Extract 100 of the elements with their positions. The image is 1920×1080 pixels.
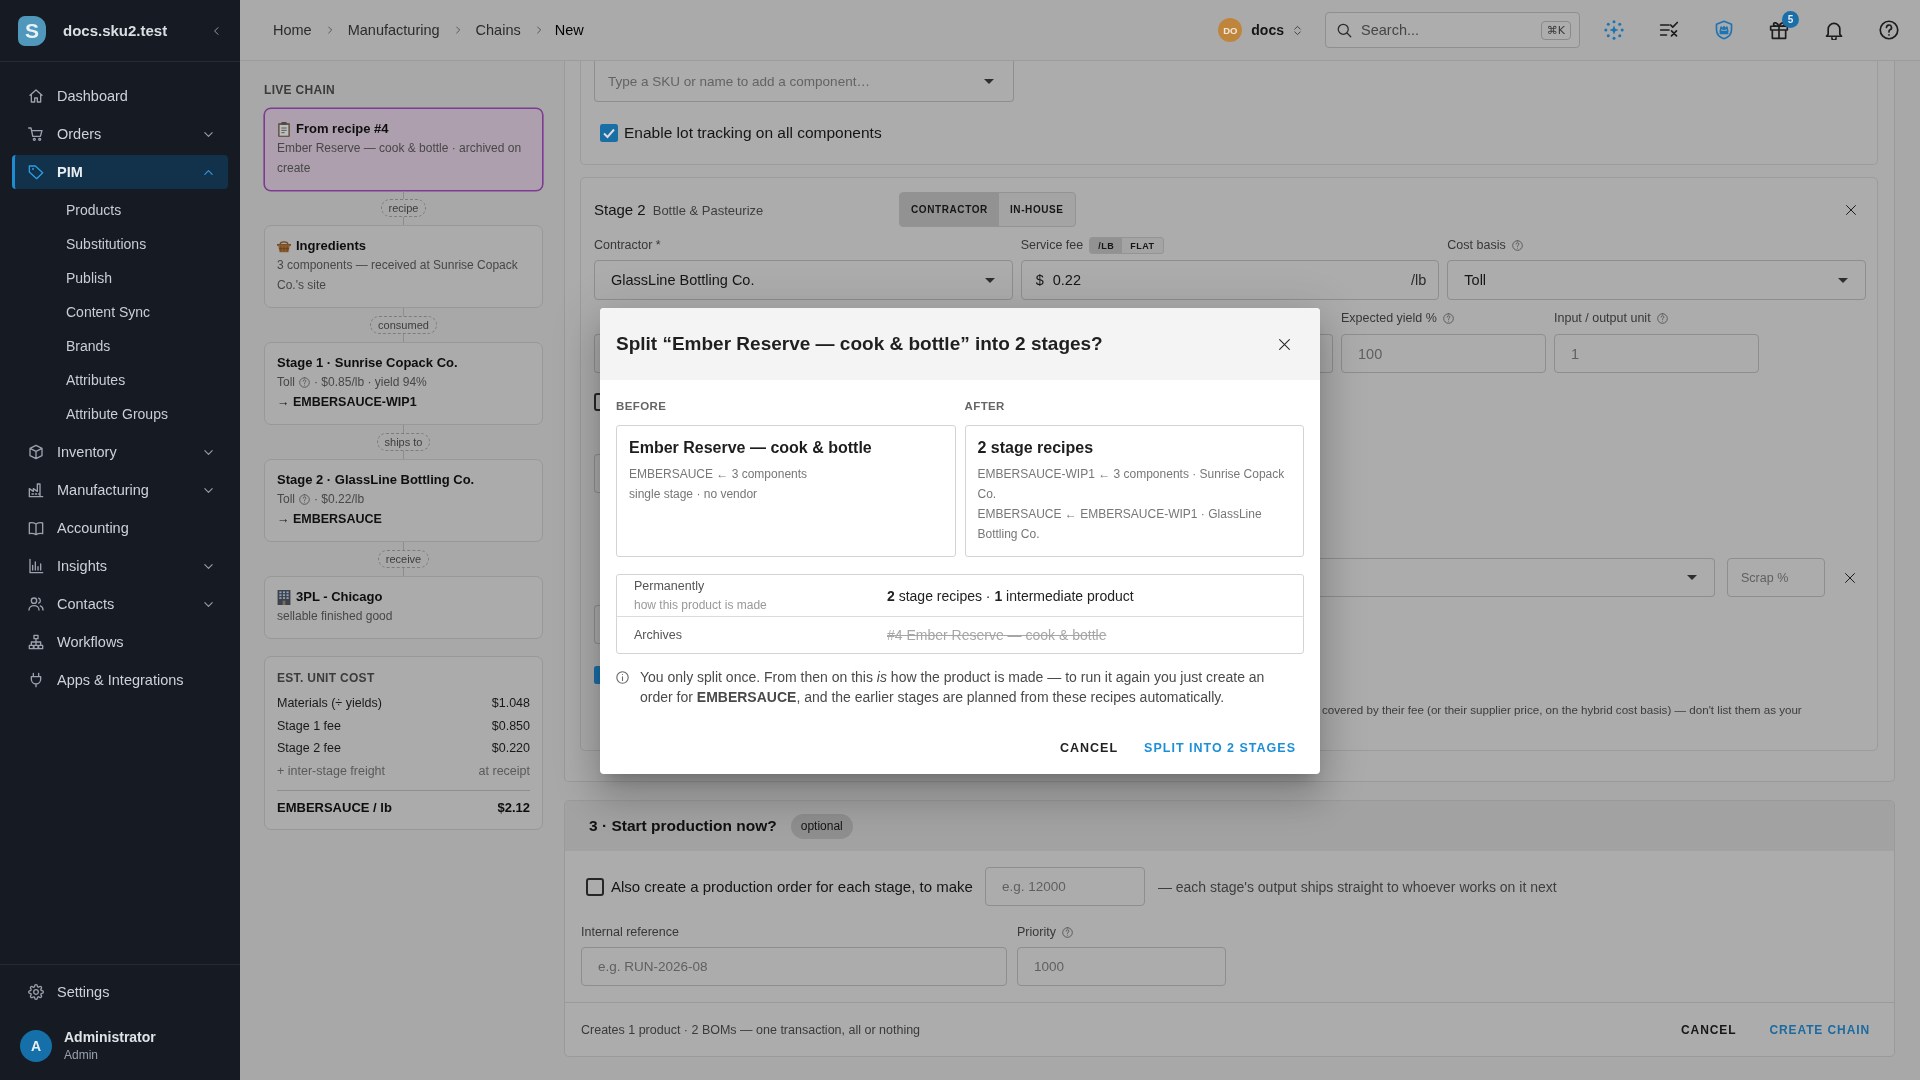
segment-button[interactable]: FLAT — [1122, 238, 1163, 253]
building-icon — [277, 589, 291, 605]
up-down-chevron-icon[interactable] — [1292, 23, 1303, 37]
column-heading: AFTER — [964, 399, 1005, 413]
connector-label: receive — [377, 550, 430, 568]
optional-badge: optional — [790, 813, 853, 839]
nav-item[interactable]: Orders — [12, 117, 228, 151]
nav-item[interactable]: Workflows — [12, 625, 228, 659]
people-icon — [28, 596, 44, 612]
basket-icon — [277, 238, 291, 254]
breadcrumb-link[interactable]: Home — [273, 22, 312, 38]
nav-subitem[interactable]: Brands — [12, 329, 228, 363]
nav-item[interactable]: PIM — [12, 155, 228, 189]
user-role: Admin — [64, 1048, 99, 1062]
step-title: Ingredients — [296, 237, 367, 255]
nav-subitem[interactable]: Content Sync — [12, 295, 228, 329]
cost-value: $1.048 — [491, 695, 530, 712]
bar-chart-icon — [28, 558, 44, 574]
hint-text: — each stage's output ships straight to whoever works on it next — [1157, 878, 1557, 895]
info-text: You only split once. From then on this is how the product is made — to run it again you just create an order for EMBERSAUCE, and the earlier stages are planned from these recipes automatically. — [640, 668, 1266, 707]
nav-item[interactable]: Insights — [12, 549, 228, 583]
nav-subitem[interactable]: Publish — [12, 261, 228, 295]
home-icon — [28, 88, 44, 104]
checkbox[interactable] — [594, 666, 600, 684]
cost-basis-select[interactable]: Toll — [1447, 260, 1866, 300]
step-title: From recipe #4 — [296, 120, 389, 138]
checkbox[interactable] — [594, 393, 600, 411]
nav-subitem[interactable]: Attribute Groups — [12, 397, 228, 431]
open-book-icon — [28, 520, 44, 536]
breadcrumb-link[interactable]: Chains — [475, 22, 521, 38]
row-value: #4 Ember Reserve — cook & bottle — [887, 627, 1107, 643]
nav-subitem[interactable]: Substitutions — [12, 227, 228, 261]
quantity-input[interactable]: e.g. 12000 — [984, 867, 1145, 906]
logo: S — [18, 15, 46, 46]
help-icon[interactable] — [1879, 20, 1899, 40]
nav-item[interactable]: Inventory — [12, 435, 228, 469]
chain-step-card[interactable]: Ingredients 3 components — received at Sunrise Copack Co.'s site — [264, 225, 543, 308]
nav-subitem[interactable]: Attributes — [12, 363, 228, 397]
search-icon — [1337, 22, 1352, 38]
chevron-left-icon[interactable] — [212, 25, 221, 36]
number-input[interactable]: 1 — [1554, 334, 1759, 373]
chain-step-card[interactable]: 3PL - Chicago sellable finished good — [264, 576, 543, 639]
reference-input[interactable]: e.g. RUN-2026-08 — [581, 947, 1007, 986]
chain-step-card[interactable]: Stage 1 · Sunrise Copack Co. Toll · $0.85/lb · yield 94% → EMBERSAUCE-WIP1 — [264, 342, 543, 425]
breadcrumb-link[interactable]: New — [554, 22, 584, 38]
nav-subitem[interactable]: Products — [12, 193, 228, 227]
nav-item[interactable]: Apps & Integrations — [12, 663, 228, 697]
cancel-button[interactable]: CANCEL — [1673, 1013, 1745, 1046]
nav-item[interactable]: Accounting — [12, 511, 228, 545]
summary-text: Creates 1 product · 2 BOMs — one transaction, all or nothing — [581, 1022, 922, 1037]
chain-step-card[interactable]: From recipe #4 Ember Reserve — cook & bottle · archived on create — [264, 108, 543, 191]
nav-item[interactable]: Contacts — [12, 587, 228, 621]
plug-icon — [28, 672, 44, 688]
chain-step-card[interactable]: Stage 2 · GlassLine Bottling Co. Toll · $0.22/lb → EMBERSAUCE — [264, 459, 543, 542]
checkbox-label[interactable]: Also create a production order for each stage, to make — [611, 878, 973, 895]
caret-icon — [1838, 277, 1848, 283]
chevron-right-icon — [534, 25, 543, 35]
caret-icon — [1687, 575, 1697, 580]
remove-icon[interactable] — [1844, 571, 1856, 584]
stage-terms: · $0.22/lb — [314, 491, 365, 508]
number-input[interactable]: 100 — [1341, 334, 1546, 373]
settings-icon — [28, 984, 44, 1000]
checkbox[interactable] — [586, 877, 604, 896]
segment-button[interactable]: /LB — [1090, 238, 1123, 253]
segment-button[interactable]: CONTRACTOR — [900, 193, 999, 226]
close-icon[interactable] — [1278, 337, 1291, 351]
connector-label: consumed — [370, 316, 437, 334]
select-field[interactable] — [1320, 558, 1715, 597]
nav-item[interactable]: Settings — [12, 975, 228, 1009]
connector-label: recipe — [380, 199, 427, 217]
contractor-select[interactable]: GlassLine Bottling Co. — [594, 260, 1013, 300]
field-label: Internal reference — [581, 923, 679, 941]
priority-input[interactable]: 1000 — [1017, 947, 1226, 986]
help-icon — [299, 493, 310, 505]
search-field[interactable]: Search... ⌘K — [1325, 12, 1580, 48]
field-label: Contractor * — [594, 237, 661, 254]
bell-icon[interactable] — [1824, 20, 1844, 40]
card-detail: EMBERSAUCE ← EMBERSAUCE-WIP1 · GlassLine Bottling Co. — [977, 506, 1263, 543]
gift-icon[interactable] — [1769, 20, 1789, 40]
caret-icon — [984, 277, 995, 283]
breadcrumb-link[interactable]: Manufacturing — [347, 22, 440, 38]
close-icon[interactable] — [1845, 203, 1857, 216]
nav-item[interactable]: Manufacturing — [12, 473, 228, 507]
checklist-icon[interactable] — [1659, 20, 1679, 40]
checkbox[interactable] — [600, 124, 618, 142]
user-avatar: A — [20, 1029, 52, 1062]
service-fee-field[interactable]: $ 0.22 /lb — [1020, 260, 1440, 300]
segment-button[interactable]: IN-HOUSE — [998, 193, 1075, 226]
cart-icon — [28, 126, 44, 142]
help-icon — [1442, 313, 1454, 324]
workspace-switcher[interactable]: docs — [1251, 22, 1284, 38]
field-label: Input / output unit — [1554, 310, 1651, 327]
cost-value: $0.850 — [491, 717, 530, 735]
scrap-input[interactable]: Scrap % — [1727, 558, 1825, 597]
nav-item[interactable]: Dashboard — [12, 79, 228, 113]
cost-value: at receipt — [478, 762, 530, 780]
split-button[interactable]: SPLIT INTO 2 STAGES — [1136, 730, 1304, 766]
cancel-button[interactable]: CANCEL — [1052, 730, 1127, 766]
checkbox-label[interactable]: Enable lot tracking on all components — [624, 124, 882, 142]
panel-heading: LIVE CHAIN — [264, 83, 336, 97]
